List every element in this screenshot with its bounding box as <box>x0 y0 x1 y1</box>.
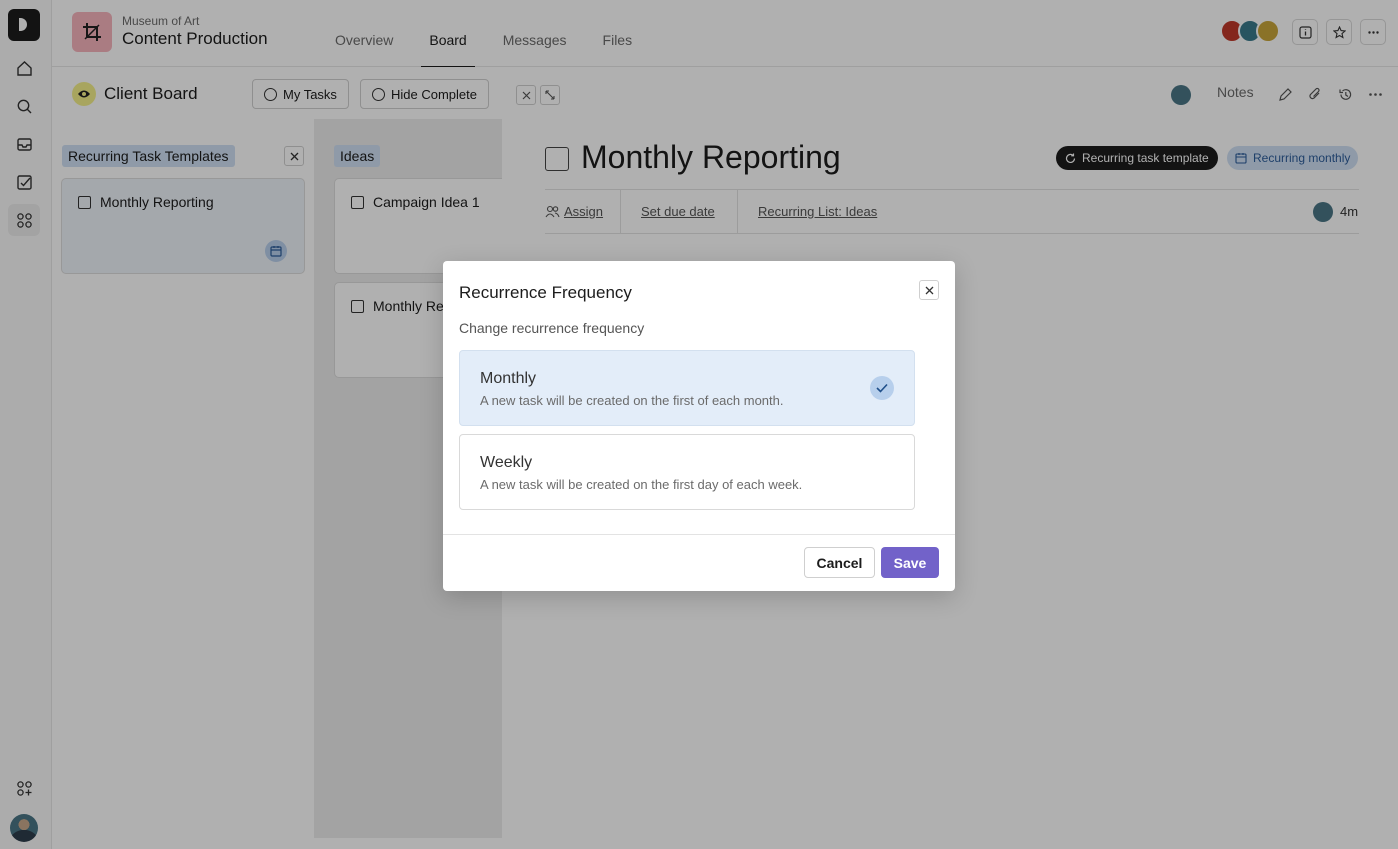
save-button[interactable]: Save <box>881 547 939 578</box>
option-description: A new task will be created on the first … <box>480 477 803 492</box>
cancel-button[interactable]: Cancel <box>804 547 875 578</box>
option-weekly[interactable]: Weekly A new task will be created on the… <box>459 434 915 510</box>
option-description: A new task will be created on the first … <box>480 393 784 408</box>
option-monthly[interactable]: Monthly A new task will be created on th… <box>459 350 915 426</box>
close-icon[interactable] <box>919 280 939 300</box>
option-name: Monthly <box>480 370 537 387</box>
checkmark-icon <box>870 376 894 400</box>
dialog-title: Recurrence Frequency <box>459 283 632 302</box>
dialog-subtitle: Change recurrence frequency <box>459 320 645 336</box>
option-name: Weekly <box>480 454 533 471</box>
recurrence-frequency-dialog: Recurrence Frequency Change recurrence f… <box>443 261 955 591</box>
divider <box>443 534 955 535</box>
